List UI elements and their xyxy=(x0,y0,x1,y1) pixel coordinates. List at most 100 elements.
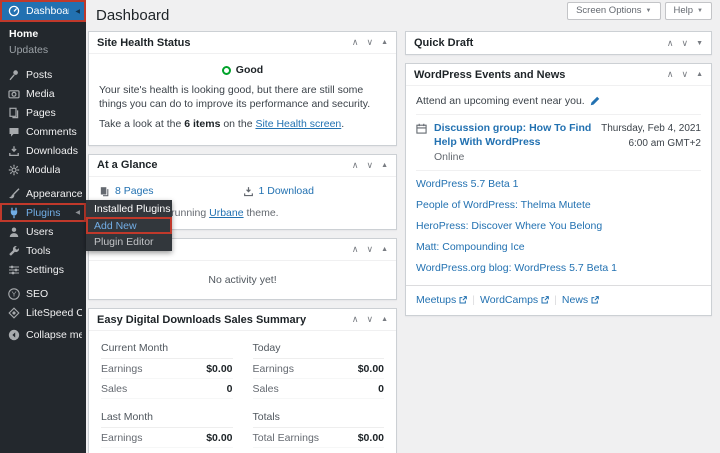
pushpin-icon xyxy=(7,69,20,81)
sidebar-item-label: Modula xyxy=(26,164,60,176)
external-link-icon xyxy=(541,296,549,304)
flyout-item-installed-plugins[interactable]: Installed Plugins xyxy=(86,201,172,217)
edd-section-last-month: Last Month Earnings$0.00 Sales0 xyxy=(101,408,233,453)
sidebar-item-modula[interactable]: Modula xyxy=(0,160,86,179)
collapse-menu-button[interactable]: Collapse menu xyxy=(0,325,86,344)
move-up-icon[interactable]: ∧ xyxy=(352,161,359,170)
sidebar-item-label: Settings xyxy=(26,264,64,276)
stat-label: Earnings xyxy=(253,363,294,375)
sidebar-item-downloads[interactable]: Downloads xyxy=(0,141,86,160)
stat-label: Total Earnings xyxy=(253,432,320,444)
move-down-icon[interactable]: ∨ xyxy=(366,38,373,47)
collapse-toggle-icon[interactable]: ▼ xyxy=(696,40,703,47)
wordpress-admin-dashboard: Dashboard ◀ Home Updates Posts Media Pag… xyxy=(0,0,720,453)
health-status-circle-icon xyxy=(222,66,231,75)
downloads-count-link[interactable]: 1 Download xyxy=(259,184,314,199)
stat-label: Sales xyxy=(101,383,127,395)
collapse-toggle-icon[interactable]: ▲ xyxy=(381,246,388,253)
user-icon xyxy=(7,226,20,238)
plugins-flyout-menu: Installed Plugins Add New Plugin Editor xyxy=(86,200,172,251)
calendar-icon xyxy=(416,123,427,163)
sidebar-item-seo[interactable]: Y SEO xyxy=(0,284,86,303)
move-up-icon[interactable]: ∧ xyxy=(667,39,674,48)
move-down-icon[interactable]: ∨ xyxy=(366,245,373,254)
sidebar-item-label: Posts xyxy=(26,69,52,81)
collapse-toggle-icon[interactable]: ▲ xyxy=(381,316,388,323)
section-heading: Current Month xyxy=(101,339,233,359)
flyout-item-add-new[interactable]: Add New xyxy=(86,217,172,234)
sidebar-item-label: Dashboard xyxy=(26,5,69,17)
edit-location-pencil-icon[interactable] xyxy=(590,96,600,106)
svg-text:Y: Y xyxy=(11,289,16,298)
stat-label: Earnings xyxy=(101,432,142,444)
site-health-widget: Site Health Status ∧ ∨ ▲ Good Your site'… xyxy=(88,31,397,146)
stat-value: $0.00 xyxy=(206,363,232,375)
events-footer-links: Meetups | WordCamps | News xyxy=(406,285,711,315)
move-up-icon[interactable]: ∧ xyxy=(352,38,359,47)
sidebar-item-label: SEO xyxy=(26,288,48,300)
sidebar-item-appearance[interactable]: Appearance xyxy=(0,184,86,203)
flyout-item-plugin-editor[interactable]: Plugin Editor xyxy=(86,234,172,250)
event-date: Thursday, Feb 4, 2021 xyxy=(601,122,701,137)
news-link[interactable]: WordPress.org blog: WordPress 5.7 Beta 1 xyxy=(416,258,701,279)
collapse-arrow-icon xyxy=(7,329,20,341)
stat-value: 0 xyxy=(378,383,384,395)
help-button[interactable]: Help ▼ xyxy=(665,2,713,20)
sidebar-item-settings[interactable]: Settings xyxy=(0,260,86,279)
edd-section-totals: Totals Total Earnings$0.00 Total Sales0 xyxy=(253,408,385,453)
event-list-item: Discussion group: How To Find Help With … xyxy=(416,114,701,171)
wordcamps-link[interactable]: WordCamps xyxy=(480,294,549,306)
move-down-icon[interactable]: ∨ xyxy=(366,161,373,170)
move-down-icon[interactable]: ∨ xyxy=(681,39,688,48)
theme-link[interactable]: Urbane xyxy=(209,207,243,219)
collapse-toggle-icon[interactable]: ▲ xyxy=(381,162,388,169)
download-icon xyxy=(243,186,254,197)
move-down-icon[interactable]: ∨ xyxy=(366,315,373,324)
screen-options-label: Screen Options xyxy=(576,5,641,16)
sidebar-subitem-home[interactable]: Home xyxy=(0,26,86,42)
sidebar-item-tools[interactable]: Tools xyxy=(0,241,86,260)
move-up-icon[interactable]: ∧ xyxy=(667,70,674,79)
news-link[interactable]: People of WordPress: Thelma Mutete xyxy=(416,195,701,216)
collapse-toggle-icon[interactable]: ▲ xyxy=(381,39,388,46)
sidebar-item-dashboard[interactable]: Dashboard ◀ xyxy=(0,0,86,22)
news-link[interactable]: Matt: Compounding Ice xyxy=(416,237,701,258)
sidebar-item-posts[interactable]: Posts xyxy=(0,65,86,84)
widget-title: Site Health Status xyxy=(97,37,352,49)
sidebar-item-label: Pages xyxy=(26,107,56,119)
sidebar-item-litespeed-cache[interactable]: LiteSpeed Cache xyxy=(0,303,86,322)
sidebar-item-label: Media xyxy=(26,88,55,100)
activity-empty-message: No activity yet! xyxy=(89,261,396,299)
sidebar-item-users[interactable]: Users xyxy=(0,222,86,241)
event-title-link[interactable]: Discussion group: How To Find Help With … xyxy=(434,122,594,149)
sidebar-item-comments[interactable]: Comments xyxy=(0,122,86,141)
screen-options-button[interactable]: Screen Options ▼ xyxy=(567,2,660,20)
gear-icon xyxy=(7,164,20,176)
sidebar-subitem-updates[interactable]: Updates xyxy=(0,42,86,58)
events-intro-text: Attend an upcoming event near you. xyxy=(416,95,585,107)
widget-title: Easy Digital Downloads Sales Summary xyxy=(97,314,352,326)
move-up-icon[interactable]: ∧ xyxy=(352,245,359,254)
event-datetime: Thursday, Feb 4, 2021 6:00 am GMT+2 xyxy=(601,122,701,163)
sidebar-item-plugins[interactable]: Plugins ◀ xyxy=(0,203,86,222)
separator: | xyxy=(554,294,557,306)
news-link[interactable]: HeroPress: Discover Where You Belong xyxy=(416,216,701,237)
diamond-icon xyxy=(7,307,20,319)
move-down-icon[interactable]: ∨ xyxy=(681,70,688,79)
news-footer-link[interactable]: News xyxy=(562,294,599,306)
meetups-link[interactable]: Meetups xyxy=(416,294,467,306)
move-up-icon[interactable]: ∧ xyxy=(352,315,359,324)
plug-icon xyxy=(7,207,20,219)
section-heading: Today xyxy=(253,339,385,359)
stat-value: 0 xyxy=(227,383,233,395)
sidebar-item-media[interactable]: Media xyxy=(0,84,86,103)
sidebar-item-pages[interactable]: Pages xyxy=(0,103,86,122)
site-health-screen-link[interactable]: Site Health screen xyxy=(255,118,341,130)
event-time: 6:00 am GMT+2 xyxy=(601,137,701,152)
pages-count-link[interactable]: 8 Pages xyxy=(115,184,154,199)
dashboard-submenu: Home Updates xyxy=(0,22,86,60)
news-link[interactable]: WordPress 5.7 Beta 1 xyxy=(416,174,701,195)
widget-title: At a Glance xyxy=(97,159,352,171)
collapse-toggle-icon[interactable]: ▲ xyxy=(696,71,703,78)
section-heading: Totals xyxy=(253,408,385,428)
